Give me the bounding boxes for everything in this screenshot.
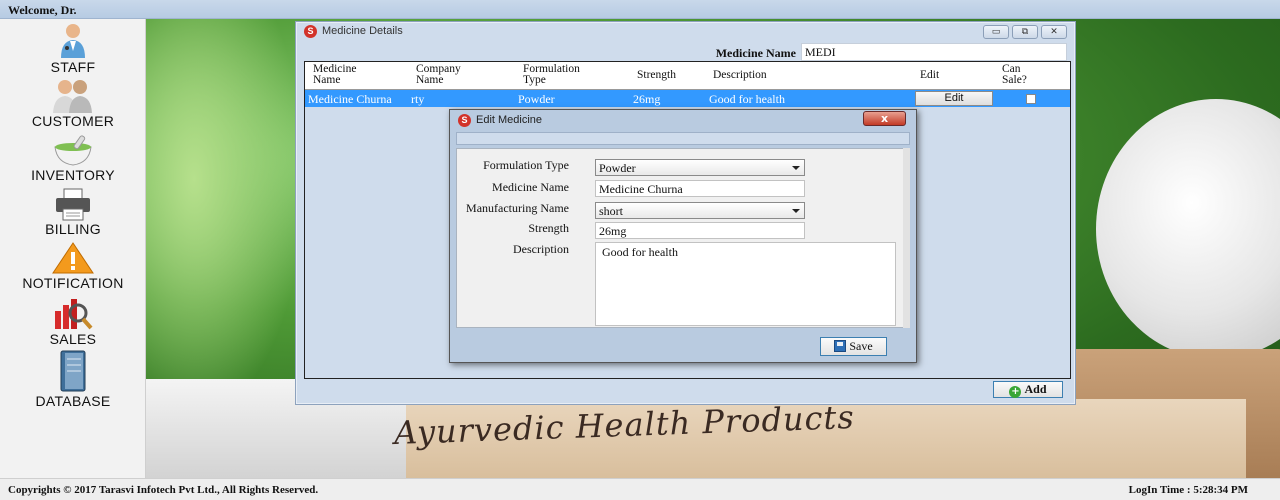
- column-header-edit: Edit: [920, 69, 940, 81]
- edit-button[interactable]: Edit: [915, 91, 993, 106]
- dialog-title: Edit Medicine: [476, 114, 543, 126]
- warning-icon: [52, 242, 94, 274]
- copyright-text: Copyrights © 2017 Tarasvi Infotech Pvt L…: [8, 484, 319, 496]
- table-row[interactable]: Medicine Churna rty Powder 26mg Good for…: [305, 90, 1070, 107]
- sidebar-item-label: SALES: [49, 331, 97, 347]
- sidebar-item-sales[interactable]: SALES: [0, 295, 146, 347]
- sidebar-item-database[interactable]: DATABASE: [0, 349, 146, 409]
- cell-formulation-type: Powder: [518, 92, 555, 106]
- dialog-title-bar: S Edit Medicine: [450, 110, 916, 132]
- sidebar-item-label: BILLING: [45, 221, 101, 237]
- cell-company-name: rty: [411, 92, 425, 106]
- cell-strength: 26mg: [633, 92, 661, 106]
- formulation-type-select[interactable]: Powder: [595, 159, 805, 176]
- window-controls: ▭ ⧉ ✕: [983, 25, 1067, 39]
- sidebar-item-label: CUSTOMER: [31, 113, 115, 129]
- app-logo-icon: S: [458, 114, 471, 127]
- column-header-strength: Strength: [637, 69, 676, 81]
- medicine-name-label: Medicine Name: [715, 46, 796, 60]
- cell-description: Good for health: [709, 92, 785, 106]
- sidebar-item-label: STAFF: [50, 59, 96, 75]
- customers-icon: [53, 80, 92, 113]
- window-title: Medicine Details: [322, 25, 403, 37]
- mortar-icon: [54, 135, 92, 166]
- description-label: Description: [513, 242, 569, 256]
- medicine-name-field[interactable]: Medicine Churna: [595, 180, 805, 197]
- database-icon: [60, 350, 86, 392]
- formulation-type-label: Formulation Type: [483, 158, 569, 172]
- sidebar-item-customer[interactable]: CUSTOMER: [0, 77, 146, 129]
- chevron-down-icon: [792, 209, 800, 213]
- column-header-can-sale: Can Sale?: [1002, 63, 1027, 86]
- manufacturing-name-value: short: [599, 204, 623, 218]
- window-title-bar: S Medicine Details: [296, 22, 1075, 42]
- status-bar: Copyrights © 2017 Tarasvi Infotech Pvt L…: [0, 478, 1280, 500]
- column-header-description: Description: [713, 69, 767, 81]
- sidebar-item-label: INVENTORY: [31, 167, 115, 183]
- dialog-form: Formulation Type Powder Medicine Name Me…: [456, 148, 910, 328]
- sidebar-item-label: NOTIFICATION: [22, 275, 124, 291]
- cell-medicine-name: Medicine Churna: [308, 92, 392, 106]
- dialog-top-strip: [456, 132, 910, 145]
- restore-button[interactable]: ⧉: [1012, 25, 1038, 39]
- save-disk-icon: [834, 340, 847, 352]
- sidebar-item-staff[interactable]: STAFF: [0, 21, 146, 75]
- minimize-button[interactable]: ▭: [983, 25, 1009, 39]
- sidebar-item-billing[interactable]: BILLING: [0, 187, 146, 237]
- edit-medicine-dialog: S Edit Medicine x Formulation Type Powde…: [449, 109, 917, 363]
- sidebar-item-label: DATABASE: [35, 393, 111, 409]
- medicine-name-label: Medicine Name: [492, 180, 569, 194]
- column-header-company-name: Company Name: [416, 63, 461, 86]
- add-icon: +: [1009, 386, 1022, 398]
- column-header-medicine-name: Medicine Name: [313, 63, 357, 86]
- dialog-close-button[interactable]: x: [863, 111, 906, 126]
- strength-field[interactable]: 26mg: [595, 222, 805, 239]
- dialog-scrollbar[interactable]: [903, 148, 910, 328]
- welcome-text: Welcome, Dr.: [8, 3, 77, 17]
- column-header-formulation-type: Formulation Type: [523, 63, 580, 86]
- sidebar-item-inventory[interactable]: INVENTORY: [0, 133, 146, 183]
- manufacturing-name-select[interactable]: short: [595, 202, 805, 219]
- printer-icon: [56, 188, 90, 221]
- description-textarea[interactable]: Good for health: [595, 242, 896, 326]
- close-button[interactable]: ✕: [1041, 25, 1067, 39]
- login-time: LogIn Time : 5:28:34 PM: [1128, 484, 1248, 496]
- top-bar: Welcome, Dr.: [0, 0, 1280, 19]
- chevron-down-icon: [792, 166, 800, 170]
- app-logo-icon: S: [304, 25, 317, 38]
- doctor-icon: [61, 24, 85, 58]
- add-button[interactable]: + Add: [993, 381, 1063, 398]
- sidebar-item-notification[interactable]: NOTIFICATION: [0, 241, 146, 291]
- formulation-type-value: Powder: [599, 161, 636, 175]
- manufacturing-name-label: Manufacturing Name: [466, 201, 569, 215]
- can-sale-checkbox[interactable]: [1026, 94, 1036, 104]
- background-mortar: [1096, 99, 1280, 359]
- sidebar: STAFF CUSTOMER INVENTORY BILLING NOTIFIC…: [0, 19, 146, 478]
- medicine-name-search-input[interactable]: MEDI: [801, 43, 1067, 61]
- save-button[interactable]: Save: [820, 337, 887, 356]
- add-button-label: Add: [1024, 382, 1047, 396]
- table-header: Medicine Name Company Name Formulation T…: [305, 62, 1070, 90]
- background-foliage: [146, 19, 306, 419]
- sales-icon: [55, 299, 93, 330]
- strength-label: Strength: [528, 221, 569, 235]
- save-button-label: Save: [849, 339, 873, 353]
